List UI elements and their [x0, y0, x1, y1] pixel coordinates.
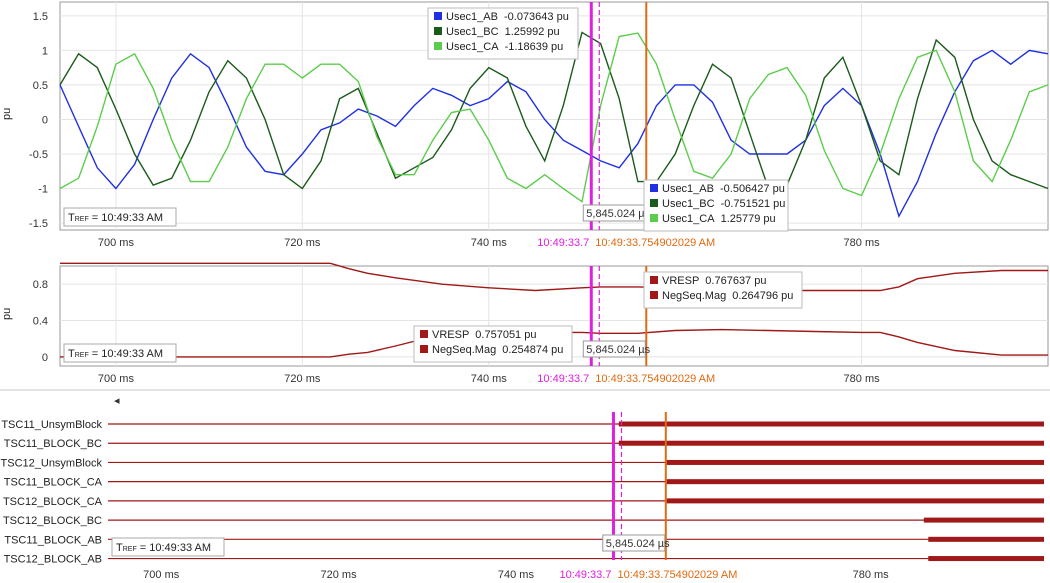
legend-entry: Usec1_AB -0.073643 pu — [446, 11, 569, 23]
legend-swatch — [434, 12, 442, 20]
y-tick-label: 0.4 — [33, 316, 48, 328]
x-tick-label: 740 ms — [471, 237, 508, 249]
channel-active-bar — [928, 556, 1044, 562]
orange-cursor-time: 10:49:33.754902029 AM — [617, 569, 737, 581]
y-ticks: 0.8 0.4 0 — [33, 279, 48, 364]
y-tick-label: -1.5 — [29, 218, 48, 230]
magenta-cursor-time: 10:49:33.7 — [537, 237, 589, 249]
legend-swatch — [650, 184, 658, 192]
legend-swatch — [434, 42, 442, 50]
x-tick-label: 700 ms — [98, 237, 135, 249]
channel-active-bar — [618, 421, 1044, 427]
channel-active-bar — [666, 479, 1044, 485]
legend-entry: Usec1_BC -0.751521 pu — [662, 198, 785, 210]
y-tick-label: 0 — [42, 352, 48, 364]
x-tick-label: 720 ms — [321, 569, 358, 581]
channel-label: TSC12_UnsymBlock — [1, 457, 103, 469]
x-tick-label: 700 ms — [143, 569, 180, 581]
y-tick-label: 1 — [42, 45, 48, 57]
channel-active-bar — [923, 517, 1044, 523]
x-ticks: 700 ms 720 ms 740 ms 780 ms — [143, 569, 889, 581]
channel-label: TSC11_UnsymBlock — [1, 419, 102, 431]
legend-swatch — [650, 276, 658, 284]
scroll-left-arrow[interactable]: ◂ — [114, 395, 120, 407]
channel-active-bar — [928, 536, 1044, 542]
channel-label: TSC11_BLOCK_AB — [4, 534, 102, 546]
x-ticks: 700 ms 720 ms 740 ms 780 ms — [98, 373, 880, 385]
y-tick-label: 0 — [42, 114, 48, 126]
magenta-cursor-time: 10:49:33.7 — [559, 569, 611, 581]
response-panel[interactable]: 0.8 0.4 0 pu 700 ms 720 ms 740 ms 780 ms — [1, 262, 1049, 385]
orange-cursor-time: 10:49:33.754902029 AM — [595, 237, 715, 249]
x-tick-label: 740 ms — [471, 373, 508, 385]
legend-entry: Usec1_AB -0.506427 pu — [662, 183, 785, 195]
oscillography-view: 1.5 1 0.5 0 -0.5 -1 -1.5 pu 700 ms 720 ms 740 ms… — [0, 1, 1050, 581]
legend-entry: VRESP 0.767637 pu — [662, 275, 766, 287]
channel-label: TSC12_BLOCK_CA — [3, 496, 103, 508]
y-ticks: 1.5 1 0.5 0 -0.5 -1 -1.5 — [29, 11, 48, 230]
channel-label: TSC11_BLOCK_BC — [4, 438, 102, 450]
x-tick-label: 780 ms — [844, 237, 881, 249]
y-tick-label: 0.8 — [33, 279, 48, 291]
delta-label: 5,845.024 µs — [606, 538, 670, 550]
x-tick-label: 740 ms — [498, 569, 535, 581]
x-tick-label: 780 ms — [844, 373, 881, 385]
legend-swatch — [420, 330, 428, 338]
legend-swatch — [420, 345, 428, 353]
delta-label: 5,845.024 µs — [586, 344, 650, 356]
channel-active-bar — [666, 459, 1044, 465]
y-tick-label: 1.5 — [33, 11, 48, 23]
y-tick-label: -1 — [38, 184, 48, 196]
legend-swatch — [650, 199, 658, 207]
channel-active-bar — [618, 440, 1044, 446]
legend-entry: VRESP 0.757051 pu — [432, 329, 536, 341]
y-axis-label: pu — [1, 108, 13, 120]
y-tick-label: -0.5 — [29, 149, 48, 161]
channel-label: TSC12_BLOCK_AB — [4, 554, 102, 566]
legend-entry: Usec1_CA -1.18639 pu — [446, 41, 563, 53]
x-tick-label: 700 ms — [98, 373, 135, 385]
x-tick-label: 780 ms — [853, 569, 890, 581]
delta-label: 5,845.024 µs — [586, 208, 650, 220]
orange-cursor-time: 10:49:33.754902029 AM — [595, 373, 715, 385]
legend-swatch — [434, 27, 442, 35]
x-tick-label: 720 ms — [284, 373, 321, 385]
channel-label: TSC12_BLOCK_BC — [3, 515, 102, 527]
y-tick-label: 0.5 — [33, 80, 48, 92]
legend-swatch — [650, 291, 658, 299]
x-ticks: 700 ms 720 ms 740 ms 780 ms — [98, 237, 880, 249]
x-tick-label: 720 ms — [284, 237, 321, 249]
channel-active-bar — [666, 498, 1044, 504]
channel-label: TSC11_BLOCK_CA — [4, 477, 103, 489]
legend-swatch — [650, 214, 658, 222]
magenta-cursor-time: 10:49:33.7 — [537, 373, 589, 385]
y-axis-label: pu — [1, 308, 13, 320]
